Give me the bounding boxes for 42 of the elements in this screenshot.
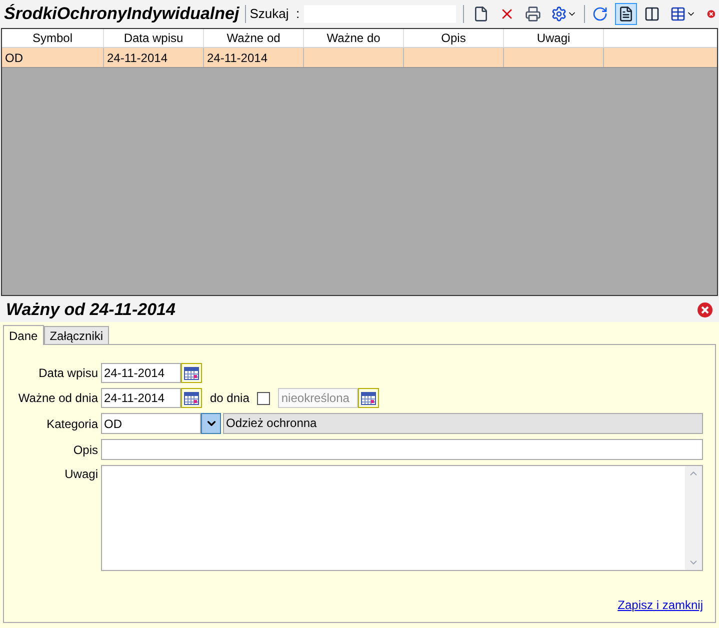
tab[interactable]: Dane bbox=[3, 325, 44, 345]
date-field[interactable]: 24-11-2014 bbox=[101, 388, 181, 408]
search-label: Szukaj : bbox=[250, 5, 300, 24]
toolbar-button[interactable] bbox=[614, 3, 637, 25]
table-cell: 24-11-2014 bbox=[107, 51, 168, 65]
table-icon bbox=[670, 6, 686, 22]
tab[interactable]: Załączniki bbox=[44, 326, 110, 344]
columns-icon bbox=[644, 6, 660, 22]
gear-icon bbox=[551, 6, 568, 22]
date-field[interactable]: 24-11-2014 bbox=[101, 363, 181, 383]
field-label: Kategoria bbox=[46, 416, 98, 432]
column-header[interactable]: Data wpisu bbox=[104, 29, 204, 47]
calendar-button[interactable] bbox=[181, 388, 202, 408]
table-cell: 24-11-2014 bbox=[207, 51, 268, 65]
column-header[interactable]: Uwagi bbox=[504, 29, 604, 47]
column-header[interactable]: Symbol bbox=[2, 29, 104, 47]
calendar-button[interactable] bbox=[181, 363, 202, 383]
form-view-icon bbox=[618, 6, 634, 22]
dropdown-button[interactable] bbox=[201, 413, 221, 434]
column-header[interactable]: Ważne od bbox=[204, 29, 304, 47]
refresh-icon bbox=[592, 6, 608, 22]
list-title: ŚrodkiOchronyIndywidualnej bbox=[4, 3, 240, 26]
close-icon[interactable] bbox=[697, 302, 713, 318]
calendar-button[interactable] bbox=[358, 388, 380, 408]
column-header[interactable]: Opis bbox=[404, 29, 504, 47]
printer-icon bbox=[525, 6, 542, 22]
field-label: Data wpisu bbox=[38, 365, 98, 382]
category-code-field[interactable]: OD bbox=[101, 413, 201, 434]
description-field[interactable] bbox=[101, 439, 703, 460]
field-label: do dnia bbox=[210, 390, 250, 407]
column-header[interactable]: Ważne do bbox=[304, 29, 404, 47]
table-cell: OD bbox=[5, 51, 23, 65]
field-label: Opis bbox=[72, 442, 98, 458]
field-label: Ważne od dnia bbox=[17, 390, 98, 407]
detail-title: Ważny od 24-11-2014 bbox=[6, 299, 176, 322]
scrollbar[interactable] bbox=[685, 466, 702, 570]
save-and-close-link[interactable]: Zapisz i zamknij bbox=[618, 596, 703, 614]
category-name-field: Odzież ochronna bbox=[223, 413, 703, 434]
notes-field[interactable] bbox=[101, 465, 703, 571]
field-label: Uwagi bbox=[64, 466, 98, 483]
document-icon bbox=[473, 6, 490, 22]
table-row[interactable]: OD 24-11-2014 24-11-2014 bbox=[2, 48, 717, 68]
